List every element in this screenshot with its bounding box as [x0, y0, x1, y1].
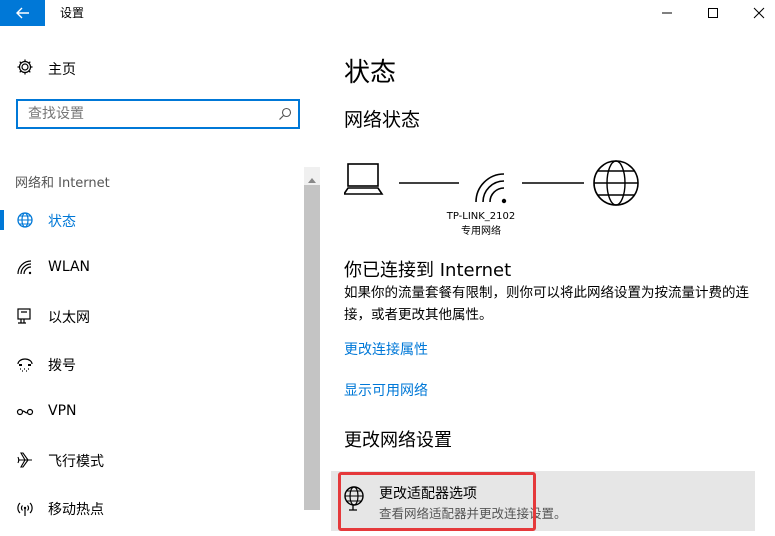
- close-button[interactable]: [736, 0, 775, 26]
- scroll-up-button[interactable]: [304, 170, 320, 184]
- sidebar-item-home[interactable]: 主页: [16, 57, 76, 81]
- wifi-signal-icon: [475, 173, 507, 204]
- connection-status-description: 如果你的流量套餐有限制，则你可以将此网络设置为按流量计费的连接，或者更改其他属性…: [344, 285, 749, 323]
- main-content: 状态 网络状态 TP-LINK_2102 专用网络 你已连接到 Internet…: [320, 26, 775, 536]
- page-title: 状态: [344, 58, 397, 88]
- dialup-icon: [16, 355, 34, 373]
- minimize-button[interactable]: [644, 0, 690, 26]
- maximize-button[interactable]: [690, 0, 736, 26]
- sidebar-item-ethernet[interactable]: 以太网: [0, 292, 305, 340]
- connection-status-title: 你已连接到 Internet: [344, 260, 512, 281]
- sidebar-item-status[interactable]: 状态: [0, 196, 305, 244]
- sidebar-item-label: 主页: [48, 62, 76, 78]
- ethernet-icon: [16, 307, 34, 325]
- sidebar-item-vpn[interactable]: VPN: [0, 388, 305, 436]
- sidebar-item-label: 飞行模式: [48, 454, 104, 470]
- gear-icon: [16, 58, 34, 80]
- laptop-icon: [342, 163, 384, 195]
- change-network-settings-heading: 更改网络设置: [344, 430, 452, 451]
- close-icon: [753, 4, 765, 23]
- sidebar-item-label: 移动热点: [48, 502, 104, 518]
- sidebar-item-label: 状态: [48, 214, 76, 230]
- sidebar-item-hotspot[interactable]: 移动热点: [0, 484, 305, 532]
- title-bar: 设置: [0, 0, 775, 26]
- settings-window: 设置 主页 查找设置 网络和 Internet 状态 WLAN 以太网 拨号 V…: [0, 0, 775, 536]
- window-title: 设置: [60, 6, 85, 20]
- hotspot-icon: [16, 499, 34, 517]
- sidebar-item-label: WLAN: [48, 259, 91, 275]
- active-indicator: [0, 210, 4, 230]
- network-type: 专用网络: [461, 226, 501, 237]
- back-arrow-icon: [15, 4, 30, 23]
- sidebar-nav-list: 状态 WLAN 以太网 拨号 VPN 飞行模式 移动热点: [0, 196, 305, 532]
- section-label: 网络和 Internet: [15, 176, 110, 191]
- minimize-icon: [661, 4, 673, 23]
- sidebar-item-label: VPN: [48, 403, 77, 419]
- globe-icon: [16, 211, 34, 229]
- sidebar-item-airplane[interactable]: 飞行模式: [0, 436, 305, 484]
- sidebar: 主页 网络和 Internet 状态 WLAN: [0, 26, 320, 536]
- network-name: TP-LINK_2102: [446, 211, 516, 222]
- sidebar-item-label: 拨号: [48, 358, 76, 374]
- search-input[interactable]: [18, 101, 278, 127]
- sidebar-item-label: 以太网: [48, 310, 90, 326]
- network-label: TP-LINK_2102 专用网络: [426, 209, 536, 239]
- chevron-up-icon: [308, 168, 316, 187]
- wifi-icon: [16, 259, 34, 277]
- back-button[interactable]: [0, 0, 45, 26]
- network-status-heading: 网络状态: [344, 109, 421, 131]
- sidebar-item-wlan[interactable]: WLAN: [0, 244, 305, 292]
- vpn-icon: [16, 403, 34, 421]
- show-available-networks-link[interactable]: 显示可用网络: [344, 380, 428, 400]
- maximize-icon: [707, 4, 719, 23]
- highlight-annotation-box: [338, 472, 536, 531]
- search-icon[interactable]: [278, 106, 292, 125]
- airplane-icon: [16, 451, 34, 469]
- search-box: [16, 99, 300, 129]
- internet-globe-icon: [593, 160, 639, 206]
- sidebar-scrollbar-thumb[interactable]: [304, 185, 320, 510]
- change-connection-properties-link[interactable]: 更改连接属性: [344, 339, 428, 359]
- sidebar-item-dialup[interactable]: 拨号: [0, 340, 305, 388]
